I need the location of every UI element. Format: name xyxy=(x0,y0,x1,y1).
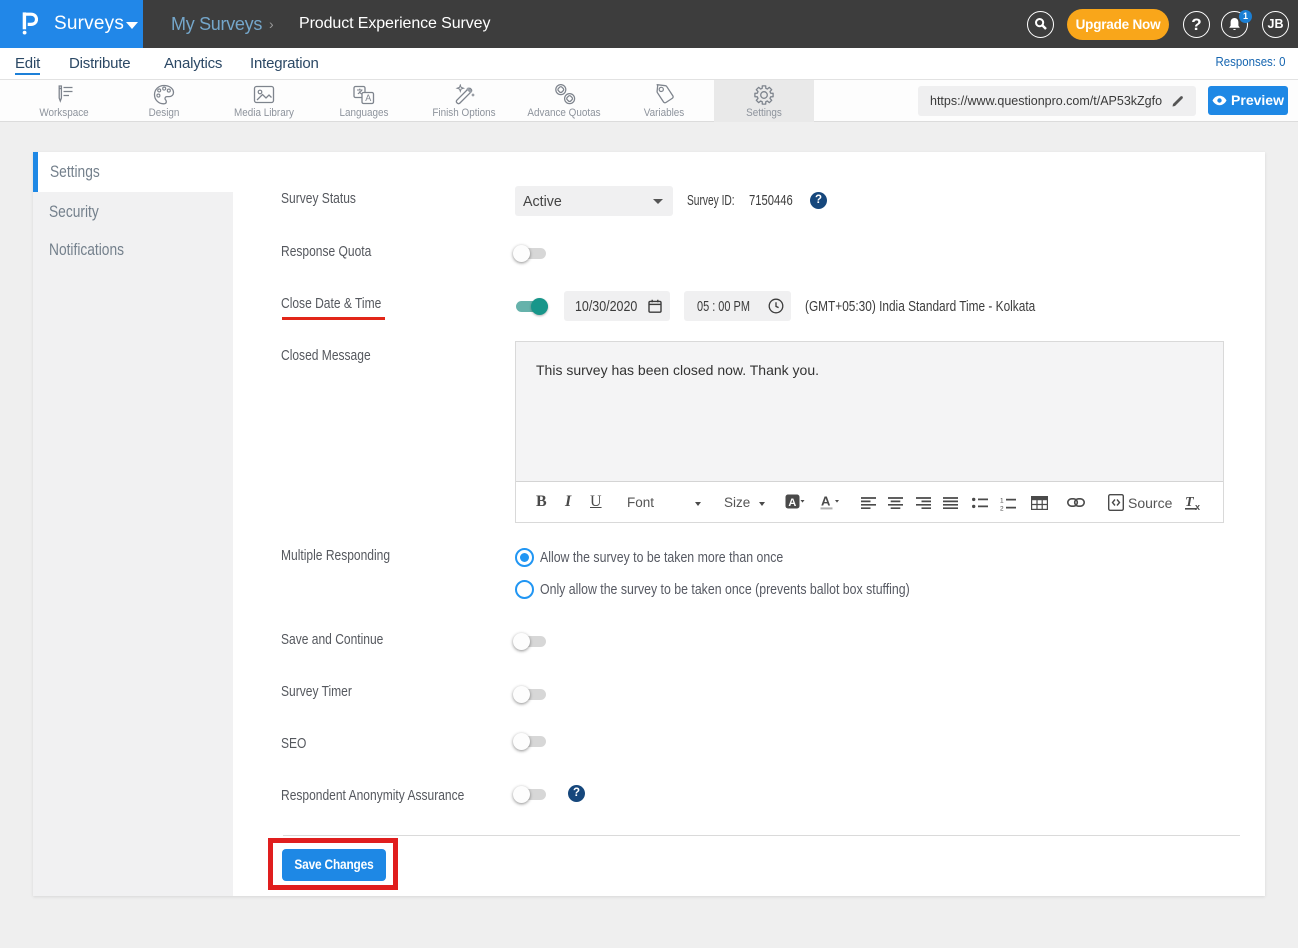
svg-text:A: A xyxy=(365,93,371,103)
svg-text:1: 1 xyxy=(1000,498,1004,505)
svg-text:T: T xyxy=(1185,495,1195,510)
svg-text:A: A xyxy=(788,497,796,509)
svg-text:x: x xyxy=(1195,502,1200,511)
svg-text:A: A xyxy=(821,494,831,509)
svg-text:2: 2 xyxy=(1000,506,1004,512)
